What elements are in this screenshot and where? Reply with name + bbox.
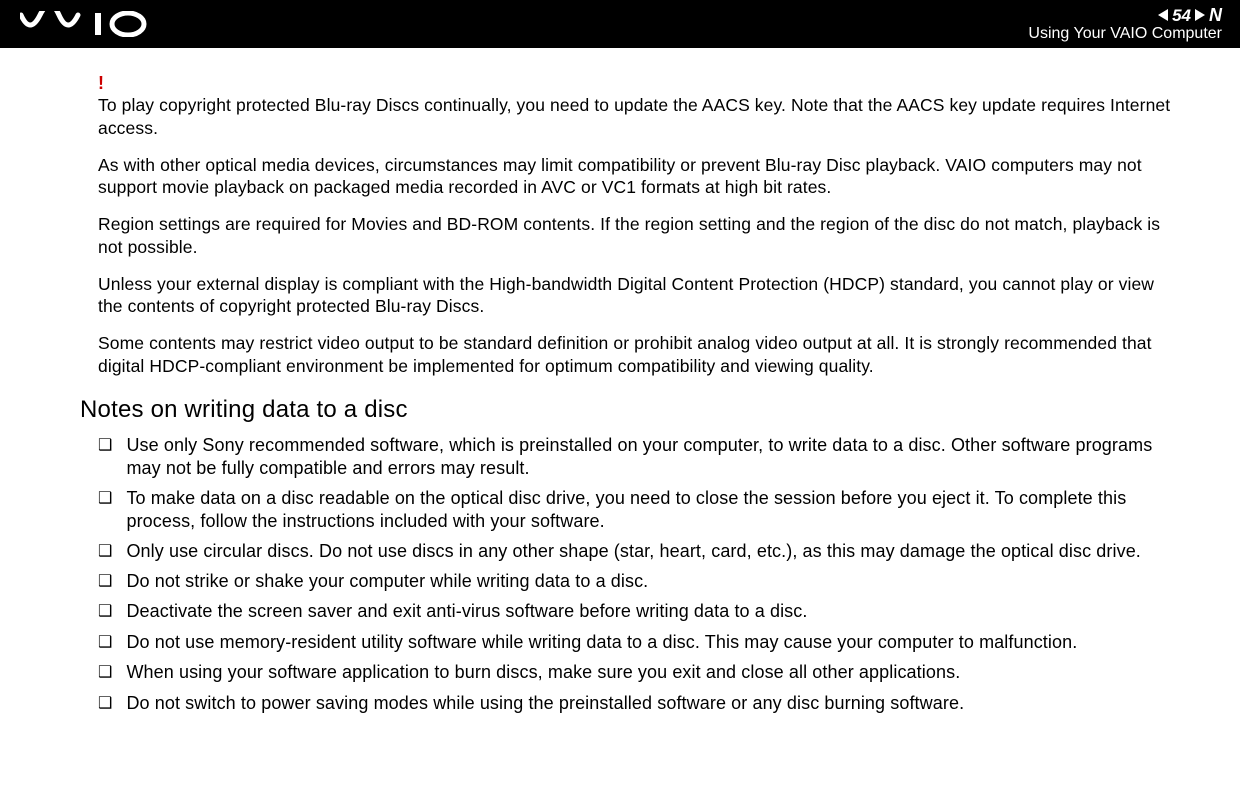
note-paragraph: Some contents may restrict video output … (98, 332, 1180, 378)
bullet-marker-icon: ❑ (98, 600, 112, 623)
bullet-text: Deactivate the screen saver and exit ant… (126, 600, 1180, 623)
warning-icon: ! (98, 74, 1180, 92)
page-number: 54 (1170, 7, 1193, 24)
bullet-text: Do not switch to power saving modes whil… (126, 692, 1180, 715)
list-item: ❑ To make data on a disc readable on the… (98, 487, 1180, 533)
prev-page-arrow-icon[interactable] (1158, 9, 1168, 21)
bullet-marker-icon: ❑ (98, 487, 112, 510)
header-right: 54 N Using Your VAIO Computer (1028, 6, 1222, 42)
note-paragraph: Region settings are required for Movies … (98, 213, 1180, 259)
bullet-text: When using your software application to … (126, 661, 1180, 684)
page-content: ! To play copyright protected Blu-ray Di… (0, 48, 1240, 715)
bullet-list: ❑ Use only Sony recommended software, wh… (98, 434, 1180, 715)
note-paragraph: To play copyright protected Blu-ray Disc… (98, 94, 1180, 140)
page-header: 54 N Using Your VAIO Computer (0, 0, 1240, 48)
bullet-text: Do not use memory-resident utility softw… (126, 631, 1180, 654)
bullet-text: Do not strike or shake your computer whi… (126, 570, 1180, 593)
note-paragraph: Unless your external display is complian… (98, 273, 1180, 319)
list-item: ❑ Use only Sony recommended software, wh… (98, 434, 1180, 480)
list-item: ❑ Do not switch to power saving modes wh… (98, 692, 1180, 715)
bullet-marker-icon: ❑ (98, 692, 112, 715)
bullet-text: Only use circular discs. Do not use disc… (126, 540, 1180, 563)
list-item: ❑ When using your software application t… (98, 661, 1180, 684)
vaio-logo (20, 0, 160, 48)
note-paragraph: As with other optical media devices, cir… (98, 154, 1180, 200)
bullet-text: Use only Sony recommended software, whic… (126, 434, 1180, 480)
bullet-marker-icon: ❑ (98, 631, 112, 654)
bullet-marker-icon: ❑ (98, 434, 112, 457)
page-nav: 54 N (1028, 6, 1222, 24)
next-page-arrow-icon[interactable] (1195, 9, 1205, 21)
vaio-logo-svg (20, 11, 160, 37)
list-item: ❑ Only use circular discs. Do not use di… (98, 540, 1180, 563)
list-item: ❑ Do not strike or shake your computer w… (98, 570, 1180, 593)
n-indicator: N (1209, 6, 1222, 24)
list-item: ❑ Deactivate the screen saver and exit a… (98, 600, 1180, 623)
bullet-marker-icon: ❑ (98, 570, 112, 593)
header-section-title: Using Your VAIO Computer (1028, 26, 1222, 42)
list-item: ❑ Do not use memory-resident utility sof… (98, 631, 1180, 654)
bullet-marker-icon: ❑ (98, 540, 112, 563)
section-heading: Notes on writing data to a disc (80, 396, 1180, 424)
bullet-text: To make data on a disc readable on the o… (126, 487, 1180, 533)
bullet-marker-icon: ❑ (98, 661, 112, 684)
